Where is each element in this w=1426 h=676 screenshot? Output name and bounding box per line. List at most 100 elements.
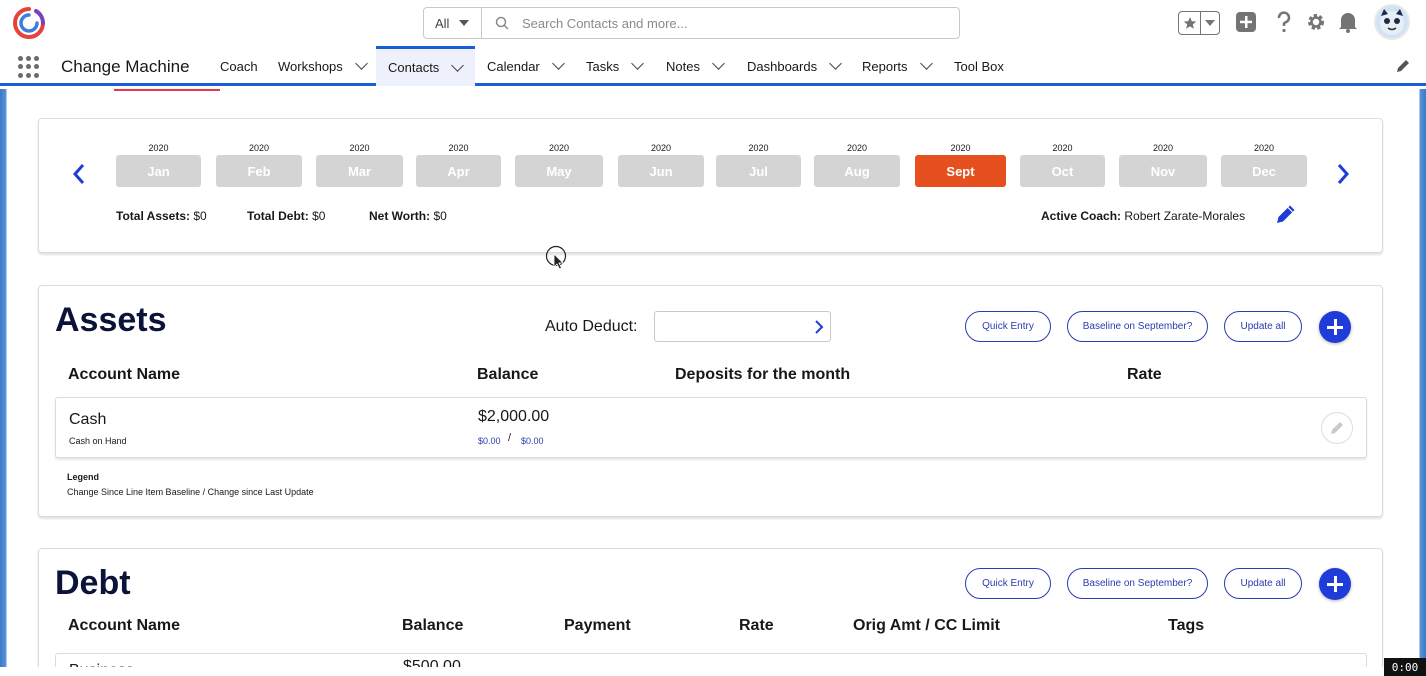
col-orig-amt: Orig Amt / CC Limit — [853, 617, 1000, 634]
chevron-down-icon[interactable] — [712, 57, 725, 70]
asset-name: Cash — [69, 411, 107, 428]
month-year: 2020 — [248, 143, 270, 153]
month-year: 2020 — [1253, 143, 1275, 153]
tab-label: Contacts — [388, 60, 440, 75]
col-account-name: Account Name — [68, 617, 181, 634]
search-scope-select[interactable]: All — [424, 8, 482, 38]
asset-row: Cash Cash on Hand $2,000.00 $0.00 / $0.0… — [55, 397, 1367, 458]
chevron-down-icon[interactable] — [451, 58, 465, 72]
active-subtab-indicator — [114, 89, 220, 91]
search-input[interactable] — [522, 8, 959, 38]
col-account-name: Account Name — [68, 366, 181, 383]
assets-baseline-button[interactable]: Baseline on September? — [1067, 311, 1208, 342]
col-rate: Rate — [739, 617, 774, 634]
active-coach-label: Active Coach: — [1041, 209, 1122, 223]
month-year: 2020 — [950, 143, 971, 153]
add-debt-button[interactable] — [1319, 568, 1351, 600]
tab-reports[interactable]: Reports — [850, 46, 943, 86]
help-icon[interactable] — [1275, 11, 1293, 38]
total-assets-value: $0 — [193, 209, 207, 223]
edit-coach-pencil-icon[interactable] — [1275, 203, 1297, 230]
month-nov[interactable]: Nov — [1119, 155, 1207, 187]
month-sept[interactable]: Sept — [915, 155, 1006, 187]
month-year: 2020 — [748, 143, 769, 153]
bottom-edge — [0, 667, 1426, 676]
change-separator: / — [508, 432, 512, 444]
tab-notes[interactable]: Notes — [654, 46, 735, 86]
tab-label: Calendar — [487, 58, 540, 74]
chevron-down-icon[interactable] — [551, 57, 565, 70]
month-may[interactable]: May — [515, 155, 603, 187]
next-month-arrow-icon[interactable] — [1336, 163, 1350, 190]
tab-contacts[interactable]: Contacts — [376, 46, 475, 86]
col-balance: Balance — [477, 366, 539, 383]
month-jul[interactable]: Jul — [716, 155, 801, 187]
favorites-dropdown-icon[interactable] — [1201, 12, 1219, 34]
app-logo[interactable] — [12, 6, 46, 40]
active-coach-value: Robert Zarate-Morales — [1124, 209, 1246, 223]
total-debt: Total Debt: $0 — [247, 209, 325, 223]
setup-gear-icon[interactable] — [1305, 11, 1327, 38]
tab-dashboards[interactable]: Dashboards — [735, 46, 852, 86]
search-icon — [482, 8, 522, 38]
month-jun[interactable]: Jun — [618, 155, 704, 187]
col-rate: Rate — [1127, 366, 1162, 383]
chevron-down-icon[interactable] — [354, 57, 368, 70]
assets-quick-entry-button[interactable]: Quick Entry — [965, 311, 1051, 342]
debt-update-all-button[interactable]: Update all — [1224, 568, 1302, 599]
add-asset-button[interactable] — [1319, 311, 1351, 343]
assets-title: Assets — [55, 301, 167, 339]
debt-card: Debt Quick Entry Baseline on September? … — [38, 548, 1383, 676]
tab-label: Notes — [666, 58, 700, 74]
app-launcher-icon[interactable] — [18, 56, 40, 78]
legend-text: Change Since Line Item Baseline / Change… — [67, 487, 314, 497]
prev-month-arrow-icon[interactable] — [72, 163, 86, 190]
recorder-timer: 0:00 — [1384, 658, 1426, 676]
legend-title: Legend — [67, 472, 100, 482]
month-year: 2020 — [148, 143, 169, 153]
assets-update-all-button[interactable]: Update all — [1224, 311, 1302, 342]
tab-tasks[interactable]: Tasks — [574, 46, 654, 86]
month-year: 2020 — [1052, 143, 1073, 153]
favorites-star-icon[interactable] — [1179, 12, 1201, 34]
month-selector-card: 2020 Jan 2020 Feb 2020 Mar 2020 Apr 2020… — [38, 118, 1383, 253]
asset-subtitle: Cash on Hand — [69, 436, 127, 446]
month-apr[interactable]: Apr — [416, 155, 501, 187]
auto-deduct-field[interactable] — [654, 311, 831, 342]
assets-card: Assets Auto Deduct: Quick Entry Baseline… — [38, 285, 1383, 517]
month-mar[interactable]: Mar — [316, 155, 403, 187]
chevron-down-icon[interactable] — [829, 57, 842, 70]
chevron-down-icon[interactable] — [919, 57, 933, 70]
chevron-down-icon[interactable] — [631, 57, 645, 70]
edit-nav-pencil-icon[interactable] — [1396, 59, 1410, 78]
month-jan[interactable]: Jan — [116, 155, 201, 187]
active-coach: Active Coach: Robert Zarate-Morales — [1041, 209, 1245, 223]
debt-title: Debt — [55, 564, 131, 602]
month-oct[interactable]: Oct — [1020, 155, 1105, 187]
edit-asset-pencil-icon[interactable] — [1321, 412, 1353, 444]
notifications-bell-icon[interactable] — [1338, 11, 1358, 38]
month-aug[interactable]: Aug — [814, 155, 900, 187]
app-name: Change Machine — [61, 57, 190, 76]
tab-tool-box[interactable]: Tool Box — [942, 46, 1016, 86]
tab-label: Reports — [862, 58, 908, 74]
month-feb[interactable]: Feb — [216, 155, 302, 187]
asset-balance: $2,000.00 — [478, 408, 550, 425]
tab-workshops[interactable]: Workshops — [266, 46, 378, 86]
tab-coach[interactable]: Coach — [208, 46, 270, 86]
total-debt-label: Total Debt: — [247, 209, 309, 223]
total-assets: Total Assets: $0 — [116, 209, 207, 223]
chevron-right-icon[interactable] — [814, 320, 824, 339]
month-year: 2020 — [846, 143, 868, 153]
change-since-last-update: $0.00 — [521, 436, 544, 446]
total-debt-value: $0 — [312, 209, 326, 223]
global-add-icon[interactable] — [1235, 11, 1257, 38]
chevron-down-icon — [459, 20, 470, 26]
tab-calendar[interactable]: Calendar — [475, 46, 575, 86]
month-dec[interactable]: Dec — [1221, 155, 1307, 187]
total-assets-label: Total Assets: — [116, 209, 191, 223]
net-worth-value: $0 — [433, 209, 447, 223]
debt-baseline-button[interactable]: Baseline on September? — [1067, 568, 1208, 599]
debt-quick-entry-button[interactable]: Quick Entry — [965, 568, 1051, 599]
user-avatar[interactable] — [1374, 4, 1410, 40]
